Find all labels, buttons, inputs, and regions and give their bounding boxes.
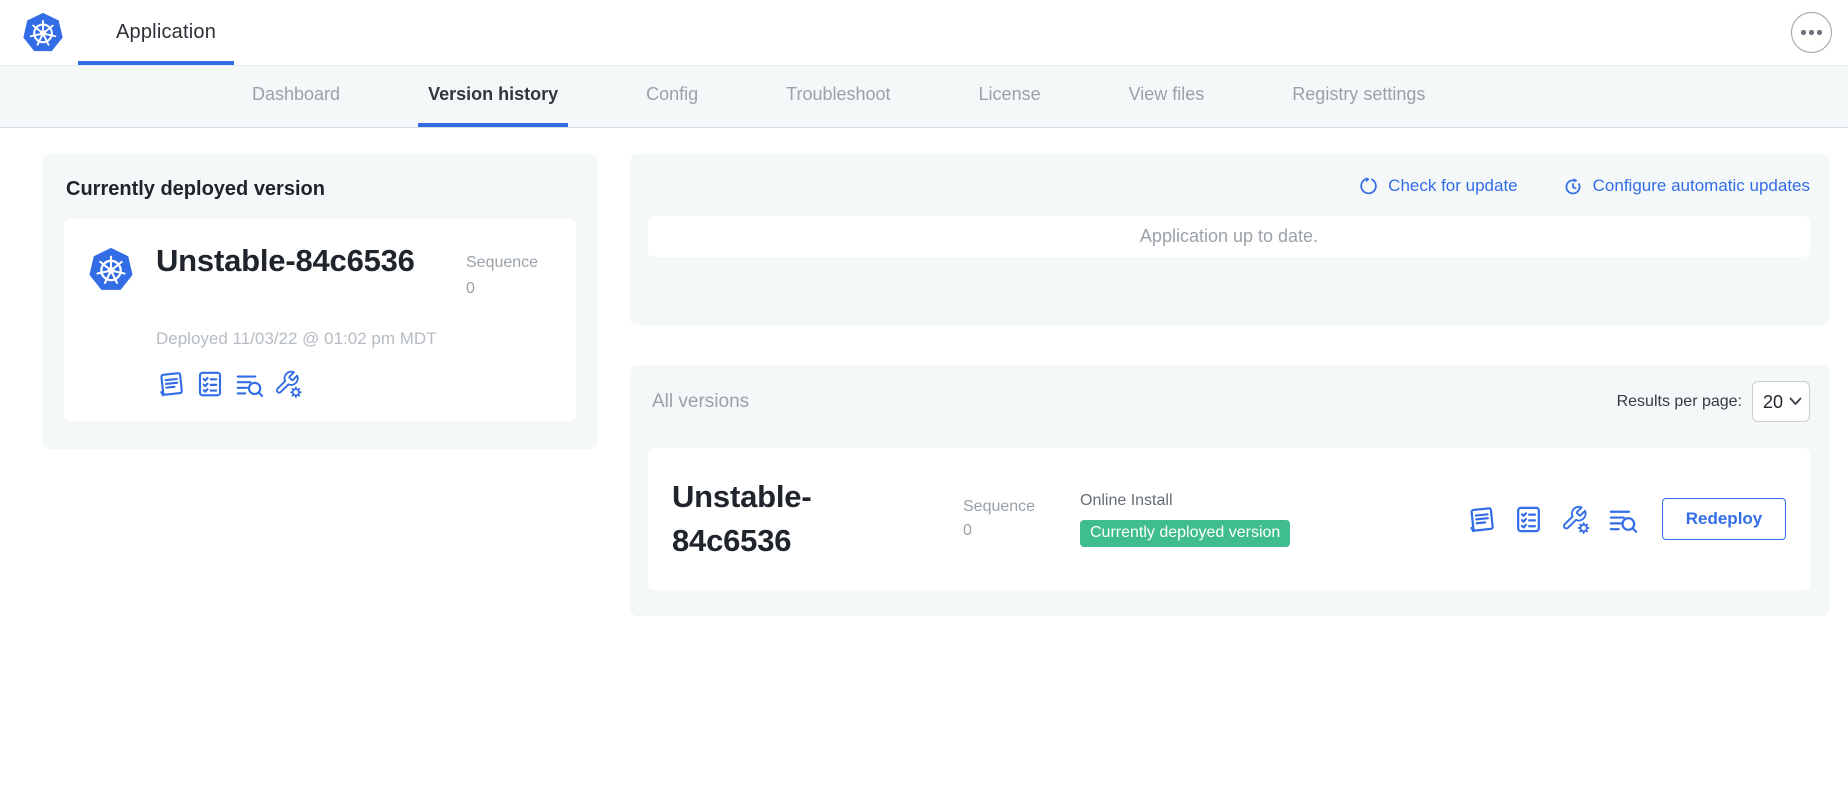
tab-registry-settings[interactable]: Registry settings <box>1282 66 1435 127</box>
tab-config[interactable]: Config <box>636 66 708 127</box>
check-for-update-link[interactable]: Check for update <box>1357 175 1517 197</box>
preflight-checks-icon[interactable] <box>195 369 225 399</box>
scheduled-update-icon <box>1562 175 1584 197</box>
kubernetes-logo <box>22 12 64 54</box>
config-icon[interactable] <box>1560 504 1591 535</box>
results-per-page-select[interactable]: 20 <box>1752 381 1810 422</box>
currently-deployed-panel: Currently deployed version <box>42 154 598 449</box>
config-icon[interactable] <box>273 369 303 399</box>
results-per-page-label: Results per page: <box>1617 393 1742 411</box>
configure-automatic-updates-link[interactable]: Configure automatic updates <box>1562 175 1810 197</box>
row-sequence: Sequence 0 <box>963 495 1055 543</box>
deployed-version-card: Unstable-84c6536 Sequence 0 Deployed 11/… <box>64 219 576 421</box>
kubernetes-app-icon <box>88 247 134 293</box>
overflow-menu-button[interactable] <box>1791 12 1832 53</box>
deployed-version-label: Unstable-84c6536 <box>156 243 466 302</box>
update-status-message: Application up to date. <box>648 216 1810 257</box>
redeploy-button[interactable]: Redeploy <box>1662 498 1786 540</box>
install-type-label: Online Install <box>1080 492 1330 510</box>
tab-troubleshoot[interactable]: Troubleshoot <box>776 66 900 127</box>
deployed-timestamp: Deployed 11/03/22 @ 01:02 pm MDT <box>156 329 552 349</box>
preflight-checks-icon[interactable] <box>1513 504 1544 535</box>
deployed-sequence: Sequence 0 <box>466 243 552 302</box>
tab-license[interactable]: License <box>969 66 1051 127</box>
deploy-logs-icon[interactable] <box>1607 504 1638 535</box>
release-notes-icon[interactable] <box>1466 504 1497 535</box>
app-tab-label[interactable]: Application <box>116 21 216 44</box>
all-versions-title: All versions <box>652 391 749 413</box>
version-row: Unstable-84c6536 Sequence 0 Online Insta… <box>648 448 1810 590</box>
deployed-status-badge: Currently deployed version <box>1080 520 1290 547</box>
active-app-indicator <box>78 61 234 66</box>
all-versions-panel: All versions Results per page: 20 Unstab… <box>630 365 1830 616</box>
ellipsis-icon <box>1801 30 1806 35</box>
refresh-icon <box>1357 175 1379 197</box>
deploy-logs-icon[interactable] <box>234 369 264 399</box>
app-header: Application <box>0 0 1848 66</box>
row-version-label: Unstable-84c6536 <box>672 475 930 563</box>
deployed-panel-title: Currently deployed version <box>66 178 574 201</box>
updates-panel: Check for update Configure automatic upd… <box>630 154 1830 325</box>
tab-version-history[interactable]: Version history <box>418 66 568 127</box>
tab-view-files[interactable]: View files <box>1119 66 1215 127</box>
main-content: Currently deployed version <box>0 128 1848 616</box>
right-column: Check for update Configure automatic upd… <box>630 154 1830 616</box>
release-notes-icon[interactable] <box>156 369 186 399</box>
tab-dashboard[interactable]: Dashboard <box>242 66 350 127</box>
app-subnav: Dashboard Version history Config Trouble… <box>0 66 1848 128</box>
